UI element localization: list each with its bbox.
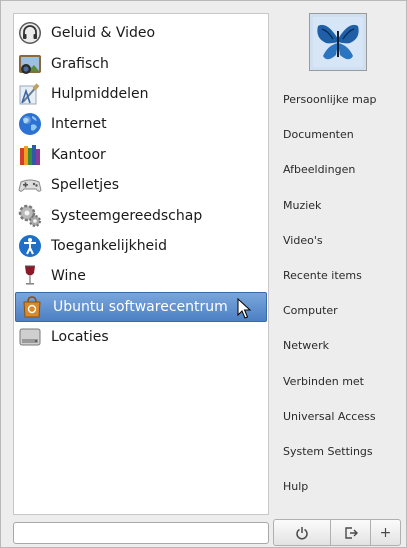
drive-icon (18, 325, 42, 349)
app-item-locaties[interactable]: Locaties (14, 322, 268, 352)
place-muziek[interactable]: Muziek (271, 188, 406, 223)
app-label: Spelletjes (51, 177, 120, 194)
power-icon (296, 526, 308, 540)
add-icon: + (379, 524, 392, 541)
search-input[interactable] (13, 522, 269, 544)
app-item-geluid-video[interactable]: Geluid & Video (14, 18, 268, 48)
wine-glass-icon (18, 264, 42, 288)
app-label: Geluid & Video (51, 25, 156, 42)
place-documenten[interactable]: Documenten (271, 117, 406, 152)
app-label: Kantoor (51, 146, 106, 163)
app-item-internet[interactable]: Internet (14, 109, 268, 139)
app-label: Toegankelijkheid (51, 237, 167, 254)
places-panel: Persoonlijke map Documenten Afbeeldingen… (271, 13, 406, 515)
app-label: Systeemgereedschap (51, 207, 203, 224)
utilities-icon (18, 82, 42, 106)
application-list: Geluid & Video Grafisch Hulpmiddelen Int… (14, 18, 268, 352)
app-item-hulpmiddelen[interactable]: Hulpmiddelen (14, 79, 268, 109)
place-universal-access[interactable]: Universal Access (271, 399, 406, 434)
app-label: Wine (51, 268, 86, 285)
app-item-spelletjes[interactable]: Spelletjes (14, 170, 268, 200)
app-item-systeemgereedschap[interactable]: Systeemgereedschap (14, 200, 268, 230)
place-system-settings[interactable]: System Settings (271, 434, 406, 469)
place-verbinden-met[interactable]: Verbinden met (271, 364, 406, 399)
place-netwerk[interactable]: Netwerk (271, 328, 406, 363)
logout-button[interactable] (331, 519, 371, 546)
app-label: Hulpmiddelen (51, 85, 149, 102)
place-persoonlijke-map[interactable]: Persoonlijke map (271, 82, 406, 117)
app-label: Internet (51, 116, 107, 133)
place-recente-items[interactable]: Recente items (271, 258, 406, 293)
session-buttons: + (273, 519, 401, 546)
app-label: Grafisch (51, 55, 109, 72)
app-item-ubuntu-softwarecentrum[interactable]: Ubuntu softwarecentrum (15, 291, 267, 322)
app-label: Ubuntu softwarecentrum (53, 298, 228, 315)
camera-icon (18, 52, 42, 76)
shutdown-button[interactable] (273, 519, 331, 546)
headphones-icon (18, 21, 42, 45)
globe-icon (18, 112, 42, 136)
app-item-grafisch[interactable]: Grafisch (14, 48, 268, 78)
place-computer[interactable]: Computer (271, 293, 406, 328)
accessibility-icon (18, 234, 42, 258)
user-avatar[interactable] (309, 13, 367, 71)
app-item-wine[interactable]: Wine (14, 261, 268, 291)
gamepad-icon (18, 173, 42, 197)
place-hulp[interactable]: Hulp (271, 469, 406, 504)
mouse-cursor-icon (237, 297, 251, 319)
applications-panel: Geluid & Video Grafisch Hulpmiddelen Int… (13, 13, 269, 515)
butterfly-icon (313, 17, 363, 67)
places-list: Persoonlijke map Documenten Afbeeldingen… (271, 82, 406, 504)
app-item-kantoor[interactable]: Kantoor (14, 140, 268, 170)
place-afbeeldingen[interactable]: Afbeeldingen (271, 152, 406, 187)
logout-icon (344, 526, 358, 539)
gear-icon (18, 204, 42, 228)
app-item-toegankelijkheid[interactable]: Toegankelijkheid (14, 231, 268, 261)
add-button[interactable]: + (371, 519, 401, 546)
place-videos[interactable]: Video's (271, 223, 406, 258)
office-icon (18, 143, 42, 167)
application-menu: Geluid & Video Grafisch Hulpmiddelen Int… (0, 0, 407, 548)
software-center-icon (20, 295, 44, 319)
app-label: Locaties (51, 329, 109, 346)
